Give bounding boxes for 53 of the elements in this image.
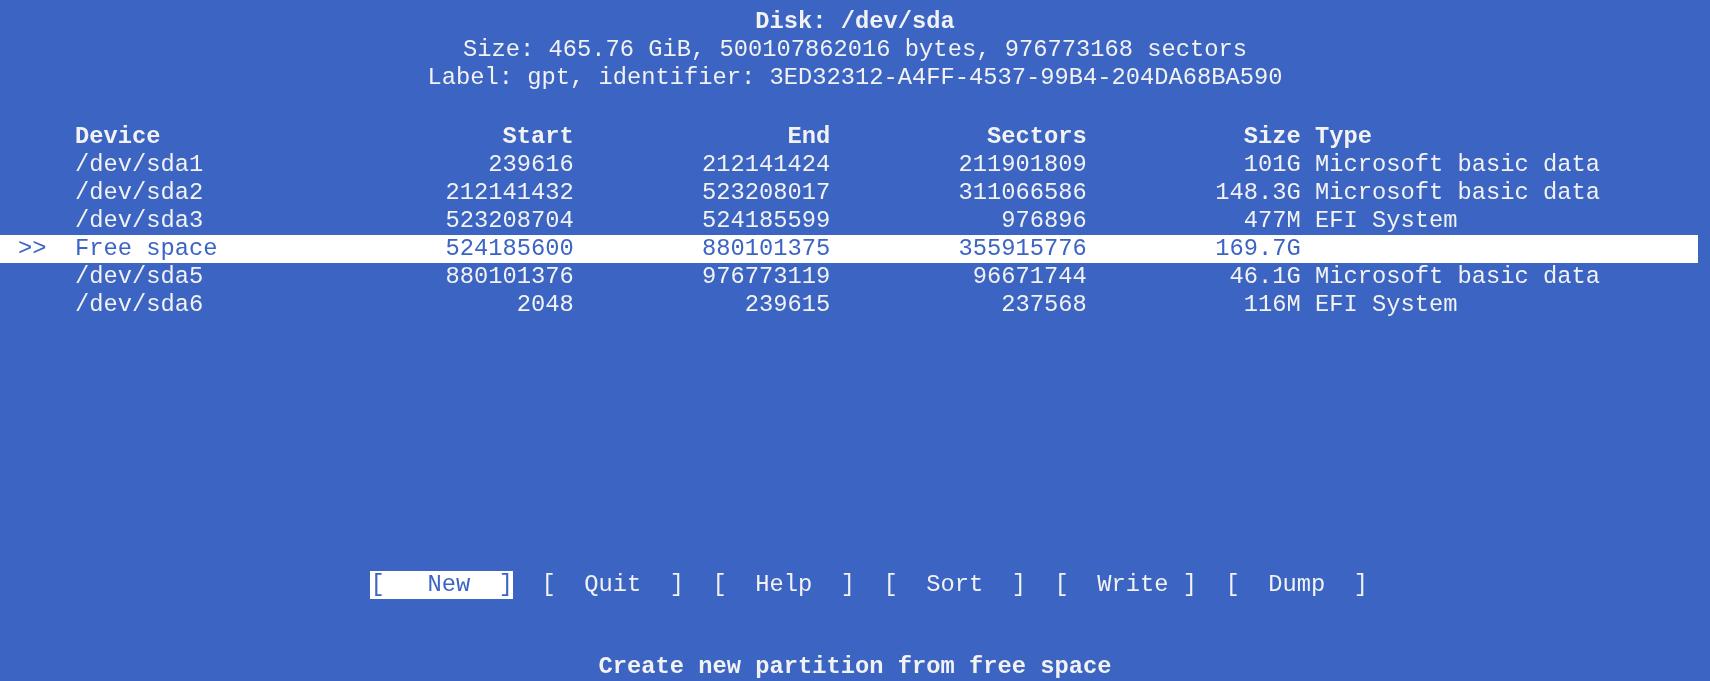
table-cell: /dev/sda5 (75, 263, 204, 290)
table-cell: 169.7G (1215, 235, 1301, 262)
status-hint: Create new partition from free space (598, 653, 1112, 681)
table-cell: Microsoft basic data (1314, 151, 1600, 178)
table-cell: 355915776 (958, 235, 1087, 262)
table-cell: 148.3G (1215, 179, 1301, 206)
column-header: Type (1314, 123, 1372, 151)
table-cell: 212141424 (702, 151, 831, 178)
table-cell: 239616 (488, 151, 574, 178)
column-header: Sectors (986, 123, 1087, 151)
menu-button[interactable]: [ Dump ] (1225, 571, 1369, 599)
table-cell: 523208704 (445, 207, 574, 234)
table-cell: EFI System (1314, 207, 1458, 234)
column-header: End (786, 123, 831, 151)
table-cell: 311066586 (958, 179, 1087, 206)
table-cell: /dev/sda1 (75, 151, 204, 178)
column-header: Device (75, 123, 162, 151)
menu-button[interactable]: [ Help ] (712, 571, 855, 599)
table-cell: 880101376 (445, 263, 574, 290)
table-cell: 524185600 (445, 235, 574, 262)
table-cell: Microsoft basic data (1314, 263, 1600, 290)
table-cell: 46.1G (1229, 263, 1301, 290)
table-cell: 2048 (516, 291, 574, 318)
table-cell: EFI System (1314, 291, 1458, 318)
table-cell: 976896 (1001, 207, 1087, 234)
table-cell: 96671744 (972, 263, 1087, 290)
table-cell: 239615 (744, 291, 831, 318)
table-cell: /dev/sda6 (75, 291, 204, 318)
menu-button[interactable]: [ Quit ] (541, 571, 684, 599)
table-cell: 524185599 (702, 207, 831, 234)
column-header: Size (1242, 123, 1301, 151)
table-cell: 101G (1243, 151, 1301, 178)
table-cell: 116M (1243, 291, 1301, 318)
table-cell: 523208017 (702, 179, 831, 206)
disk-title: Disk: /dev/sda (755, 8, 955, 36)
table-cell: 211901809 (958, 151, 1087, 178)
menu-button[interactable]: [ New ] (370, 571, 513, 599)
disk-label-line: Label: gpt, identifier: 3ED32312-A4FF-4537-99B4-204DA68BA590 (427, 64, 1283, 92)
table-cell: Free space (75, 235, 218, 262)
column-header: Start (501, 123, 574, 151)
disk-size-line: Size: 465.76 GiB, 500107862016 bytes, 976773168 sectors (463, 36, 1247, 64)
table-cell: 880101375 (702, 235, 831, 262)
menu-button[interactable]: [ Sort ] (883, 571, 1027, 599)
table-cell: 212141432 (445, 179, 574, 206)
table-cell: 477M (1243, 207, 1301, 234)
table-cell: 976773119 (702, 263, 831, 290)
row-marker: >> (18, 235, 47, 262)
table-cell: /dev/sda3 (75, 207, 204, 234)
selected-partition-row[interactable]: >> Free space 524185600 880101375 355915776 169.7G (0, 235, 1698, 263)
menu-button[interactable]: [ Write ] (1054, 571, 1198, 599)
table-cell: Microsoft basic data (1314, 179, 1600, 206)
table-cell: 237568 (1001, 291, 1087, 318)
table-cell: /dev/sda2 (75, 179, 204, 206)
